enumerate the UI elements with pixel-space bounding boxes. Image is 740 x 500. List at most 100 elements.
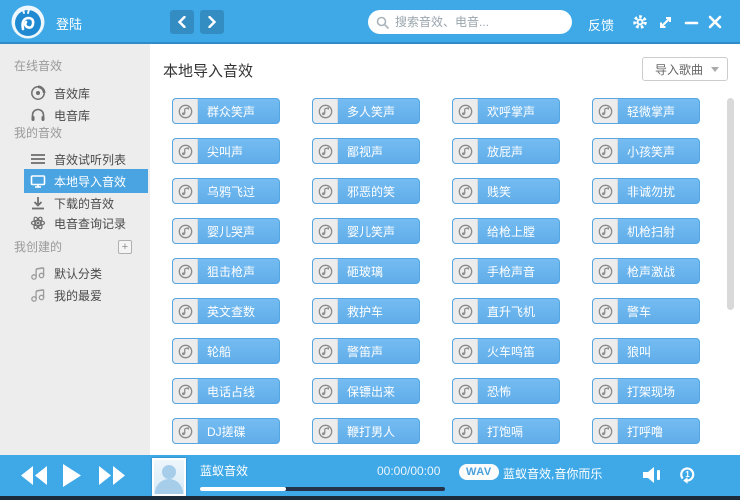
format-badge: WAV (459, 464, 499, 480)
section-created-by-me: 我创建的 (14, 235, 62, 259)
sidebar-item-label: 音效库 (54, 85, 90, 102)
sidebar-item-sound-library[interactable]: 音效库 (24, 81, 148, 105)
feedback-link[interactable]: 反馈 (588, 15, 614, 34)
music-note-icon (30, 287, 46, 303)
sound-effect-label: 警车 (627, 303, 651, 320)
sound-effect-label: 直升飞机 (487, 303, 535, 320)
sound-effect-label: 打架现场 (627, 383, 675, 400)
sidebar-item-local-imported-sounds[interactable]: 本地导入音效 (24, 169, 148, 193)
sound-effect-button[interactable]: 打架现场 (592, 378, 700, 404)
sound-effect-button[interactable]: 打呼噜 (592, 418, 700, 444)
vertical-scrollbar[interactable] (727, 98, 734, 310)
sound-effect-button[interactable]: 警笛声 (312, 338, 420, 364)
sound-effect-button[interactable]: 保镖出来 (312, 378, 420, 404)
sound-effect-button[interactable]: 非诚勿扰 (592, 178, 700, 204)
svg-text:1: 1 (685, 470, 690, 479)
circled-music-note-icon (178, 224, 193, 239)
sound-effect-button[interactable]: 婴儿笑声 (312, 218, 420, 244)
previous-track-icon[interactable] (20, 466, 48, 485)
sound-effect-button[interactable]: 救护车 (312, 298, 420, 324)
sound-effect-button[interactable]: 电话占线 (172, 378, 280, 404)
sidebar-item-label: 本地导入音效 (54, 173, 126, 190)
forward-button[interactable] (200, 10, 224, 34)
sound-effect-button[interactable]: 多人笑声 (312, 98, 420, 124)
section-online-sounds: 在线音效 (14, 54, 62, 78)
sound-effect-button[interactable]: 放屁声 (452, 138, 560, 164)
sound-effect-button[interactable]: 英文查数 (172, 298, 280, 324)
search-box[interactable] (368, 10, 572, 34)
sound-effect-button[interactable]: 轮船 (172, 338, 280, 364)
next-track-icon[interactable] (98, 466, 126, 485)
sound-effect-button[interactable]: 邪恶的笑 (312, 178, 420, 204)
sound-effect-button[interactable]: 手枪声音 (452, 258, 560, 284)
close-icon[interactable] (707, 14, 723, 30)
sound-effect-button[interactable]: 打饱嗝 (452, 418, 560, 444)
sound-effect-label: 鄙视声 (347, 143, 383, 160)
volume-icon[interactable] (643, 466, 663, 484)
import-songs-button[interactable]: 导入歌曲 (642, 57, 728, 81)
sound-effect-button[interactable]: 给枪上膛 (452, 218, 560, 244)
sound-icon-box (593, 339, 618, 363)
circled-music-note-icon (178, 104, 193, 119)
sound-effect-button[interactable]: 鞭打男人 (312, 418, 420, 444)
circled-music-note-icon (598, 384, 613, 399)
circled-music-note-icon (458, 304, 473, 319)
sound-effect-button[interactable]: 砸玻璃 (312, 258, 420, 284)
sidebar-item-label: 音效试听列表 (54, 151, 126, 168)
circled-music-note-icon (178, 264, 193, 279)
progress-bar[interactable] (200, 487, 445, 491)
sound-effect-button[interactable]: 警车 (592, 298, 700, 324)
music-note-icon (30, 265, 46, 281)
sound-effect-button[interactable]: 机枪扫射 (592, 218, 700, 244)
slogan-text: 蓝蚁音效,音你而乐 (503, 465, 602, 482)
sound-effect-button[interactable]: 狙击枪声 (172, 258, 280, 284)
circled-music-note-icon (458, 344, 473, 359)
search-input[interactable] (395, 15, 555, 29)
sound-icon-box (593, 419, 618, 443)
circled-music-note-icon (178, 384, 193, 399)
sound-effect-button[interactable]: 火车鸣笛 (452, 338, 560, 364)
settings-gear-icon[interactable] (632, 14, 648, 30)
sound-effect-button[interactable]: 乌鸦飞过 (172, 178, 280, 204)
minimize-icon[interactable] (684, 15, 700, 31)
sound-effect-button[interactable]: 枪声激战 (592, 258, 700, 284)
sound-effect-button[interactable]: DJ搓碟 (172, 418, 280, 444)
sidebar-item-default-category[interactable]: 默认分类 (24, 261, 148, 285)
back-button[interactable] (170, 10, 194, 34)
sound-effect-button[interactable]: 欢呼掌声 (452, 98, 560, 124)
sidebar-item-label: 默认分类 (54, 265, 102, 282)
sound-effect-button[interactable]: 贱笑 (452, 178, 560, 204)
sound-effect-button[interactable]: 狼叫 (592, 338, 700, 364)
loop-icon[interactable]: 1 (678, 465, 697, 484)
page-title: 本地导入音效 (163, 60, 253, 81)
sound-effect-label: 恐怖 (487, 383, 511, 400)
sound-icon-box (453, 259, 478, 283)
sidebar-item-audition-list[interactable]: 音效试听列表 (24, 147, 148, 171)
circled-music-note-icon (598, 224, 613, 239)
circled-music-note-icon (598, 344, 613, 359)
circled-music-note-icon (458, 224, 473, 239)
sound-effect-button[interactable]: 直升飞机 (452, 298, 560, 324)
sound-effect-button[interactable]: 群众笑声 (172, 98, 280, 124)
play-icon[interactable] (63, 464, 81, 487)
disc-icon (30, 85, 46, 101)
sound-effect-button[interactable]: 小孩笑声 (592, 138, 700, 164)
sidebar-item-electronic-query-history[interactable]: 电音查询记录 (24, 211, 148, 235)
sound-effect-button[interactable]: 鄙视声 (312, 138, 420, 164)
sound-effect-button[interactable]: 婴儿哭声 (172, 218, 280, 244)
login-link[interactable]: 登陆 (56, 14, 82, 33)
shrink-window-icon[interactable] (658, 14, 674, 30)
sound-effect-button[interactable]: 尖叫声 (172, 138, 280, 164)
sound-effect-button[interactable]: 恐怖 (452, 378, 560, 404)
sidebar-item-my-favorites[interactable]: 我的最爱 (24, 283, 148, 307)
circled-music-note-icon (598, 144, 613, 159)
sound-grid: 群众笑声 多人笑声 (172, 98, 700, 444)
list-icon (30, 151, 46, 167)
circled-music-note-icon (318, 344, 333, 359)
sound-effect-label: 非诚勿扰 (627, 183, 675, 200)
sound-effect-button[interactable]: 轻微掌声 (592, 98, 700, 124)
sound-effect-label: 婴儿笑声 (347, 223, 395, 240)
sound-icon-box (173, 99, 198, 123)
circled-music-note-icon (178, 144, 193, 159)
add-category-button[interactable]: + (118, 240, 132, 254)
